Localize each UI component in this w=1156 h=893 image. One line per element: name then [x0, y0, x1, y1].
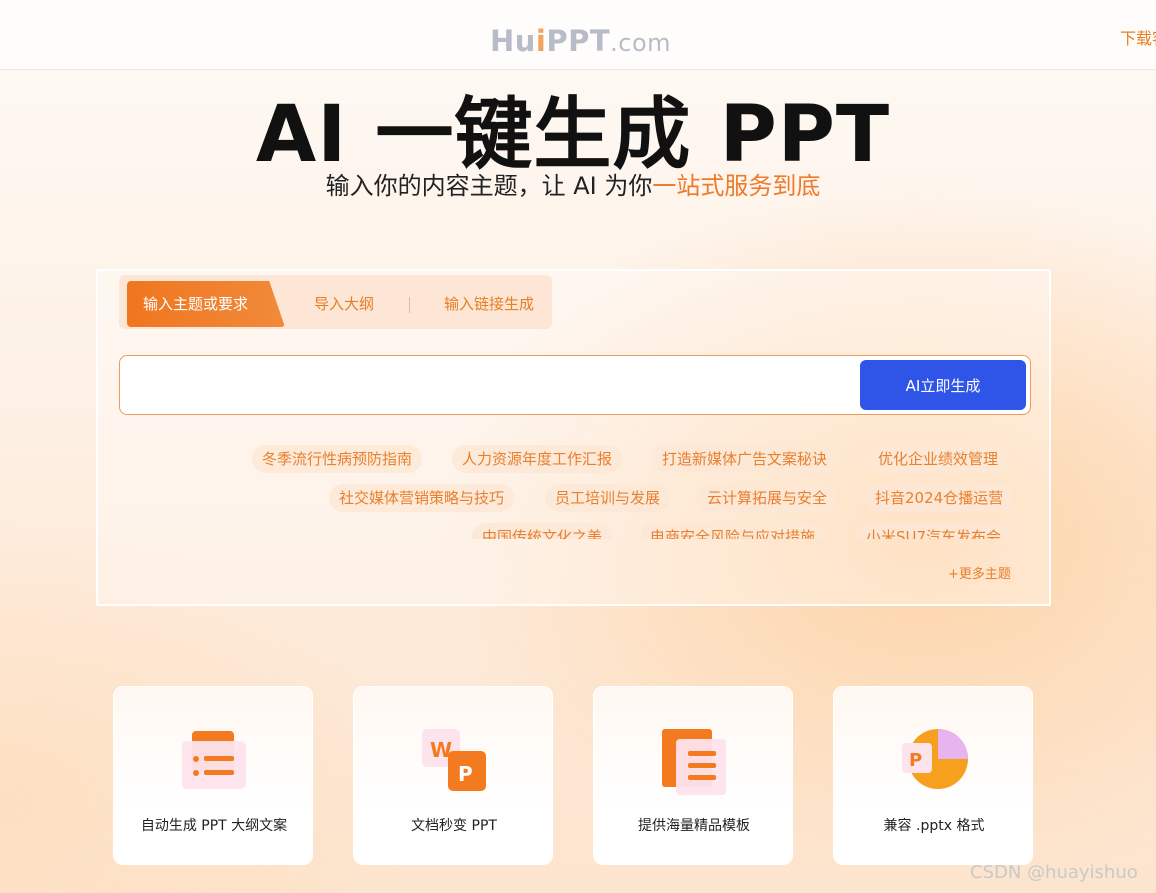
csdn-watermark: CSDN @huayishuo — [970, 862, 1138, 883]
download-client-link[interactable]: 下载客户端 — [1120, 25, 1156, 49]
tab-divider — [409, 297, 410, 313]
feature-label: 自动生成 PPT 大纲文案 — [140, 818, 288, 834]
outline-list-icon — [182, 731, 246, 789]
input-mode-tabs: 输入主题或要求 导入大纲 输入链接生成 — [119, 275, 552, 329]
topic-chip[interactable]: 中国传统文化之美 — [472, 523, 613, 539]
topic-suggestions: 冬季流行性病预防指南 人力资源年度工作汇报 打造新媒体广告文案秘诀 优化企业绩效… — [98, 441, 1028, 539]
feature-card-outline[interactable]: 自动生成 PPT 大纲文案 — [113, 686, 313, 865]
top-header: HuiPPT.com 下载客户端 — [0, 0, 1156, 70]
pptx-pie-icon: P — [902, 729, 968, 789]
topic-chip[interactable]: 电商安全风险与应对措施 — [640, 523, 826, 539]
topic-input-row: AI立即生成 — [119, 355, 1031, 415]
feature-label: 提供海量精品模板 — [638, 818, 750, 834]
ai-generate-button[interactable]: AI立即生成 — [860, 360, 1026, 410]
topic-chip[interactable]: 人力资源年度工作汇报 — [452, 445, 623, 473]
topic-chip[interactable]: 优化企业绩效管理 — [868, 445, 1009, 473]
tab-topic[interactable]: 输入主题或要求 — [127, 281, 285, 327]
topic-chip[interactable]: 员工培训与发展 — [545, 484, 671, 512]
topic-chip[interactable]: 打造新媒体广告文案秘诀 — [652, 445, 838, 473]
svg-text:P: P — [909, 750, 922, 771]
topic-chip[interactable]: 冬季流行性病预防指南 — [252, 445, 423, 473]
feature-label: 文档秒变 PPT — [411, 818, 497, 834]
tab-link[interactable]: 输入链接生成 — [444, 281, 534, 327]
svg-text:P: P — [458, 762, 473, 786]
feature-card-pptx[interactable]: P 兼容 .pptx 格式 — [833, 686, 1033, 865]
topic-chip[interactable]: 云计算拓展与安全 — [697, 484, 838, 512]
hero-subtitle: 输入你的内容主题，让 AI 为你一站式服务到底 — [325, 172, 821, 200]
tab-import-outline[interactable]: 导入大纲 — [314, 281, 374, 327]
more-topics-link[interactable]: +更多主题 — [948, 563, 1011, 582]
topic-chip[interactable]: 小米SU7汽车发布会 — [856, 523, 1012, 539]
template-icon — [662, 729, 726, 795]
feature-label: 兼容 .pptx 格式 — [883, 818, 985, 834]
topic-input[interactable] — [132, 366, 852, 404]
word-to-ppt-icon: W P — [422, 729, 486, 791]
topic-chip[interactable]: 抖音2024仓播运营 — [865, 484, 1014, 512]
feature-card-templates[interactable]: 提供海量精品模板 — [593, 686, 793, 865]
generate-panel: 输入主题或要求 导入大纲 输入链接生成 AI立即生成 冬季流行性病预防指南 人力… — [96, 269, 1051, 606]
feature-card-doc-to-ppt[interactable]: W P 文档秒变 PPT — [353, 686, 553, 865]
site-logo[interactable]: HuiPPT.com — [490, 24, 671, 58]
topic-chip[interactable]: 社交媒体营销策略与技巧 — [329, 484, 515, 512]
